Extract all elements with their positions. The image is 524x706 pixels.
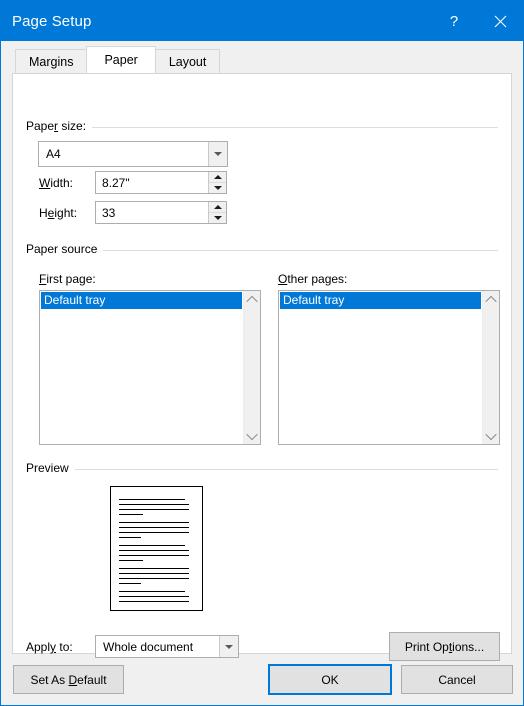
chevron-down-icon <box>214 152 222 156</box>
paper-size-group: Paper size: <box>26 119 498 133</box>
height-input[interactable]: 33 <box>96 202 208 223</box>
triangle-down-icon <box>213 186 222 190</box>
set-as-default-label: Set As Default <box>30 672 107 687</box>
paper-size-group-rule <box>26 127 498 128</box>
title-bar-buttons: ? <box>431 1 523 41</box>
scroll-down-button[interactable] <box>483 427 499 444</box>
triangle-up-icon <box>213 205 222 209</box>
triangle-down-icon <box>213 216 222 220</box>
apply-to-value: Whole document <box>103 639 194 654</box>
title-bar: Page Setup ? <box>1 1 523 41</box>
height-label: Height: <box>39 206 78 220</box>
chevron-down-icon <box>485 428 497 440</box>
dialog-footer: Set As Default OK Cancel <box>1 654 523 705</box>
scroll-up-button[interactable] <box>483 291 499 308</box>
page-preview-thumbnail <box>110 486 203 611</box>
height-spin-up-button[interactable] <box>209 202 226 213</box>
preview-group-rule <box>26 469 498 470</box>
list-item[interactable]: Default tray <box>280 292 481 309</box>
other-pages-list-items: Default tray <box>279 291 482 444</box>
print-options-label: Print Options... <box>404 639 485 654</box>
first-page-scrollbar[interactable] <box>243 291 260 444</box>
chevron-up-icon <box>246 295 258 307</box>
height-spinner[interactable]: 33 <box>95 201 227 224</box>
width-spin-down-button[interactable] <box>209 183 226 193</box>
first-page-label: First page: <box>39 272 96 286</box>
paper-size-dropdown-arrow[interactable] <box>208 142 227 166</box>
preview-group-label: Preview <box>26 461 75 475</box>
height-spin-buttons <box>208 202 226 223</box>
help-button[interactable]: ? <box>431 1 477 41</box>
width-spin-up-button[interactable] <box>209 172 226 183</box>
paper-size-combo[interactable]: A4 <box>38 141 228 167</box>
print-options-button[interactable]: Print Options... <box>389 632 500 661</box>
paper-size-value: A4 <box>46 147 61 161</box>
ok-button[interactable]: OK <box>268 664 392 695</box>
tab-paper[interactable]: Paper <box>86 46 156 73</box>
tab-margins[interactable]: Margins <box>15 49 88 73</box>
scroll-up-button[interactable] <box>244 291 260 308</box>
other-pages-label: Other pages: <box>278 272 348 286</box>
other-pages-listbox[interactable]: Default tray <box>278 290 500 445</box>
first-page-listbox[interactable]: Default tray <box>39 290 261 445</box>
other-pages-scrollbar[interactable] <box>482 291 499 444</box>
cancel-button[interactable]: Cancel <box>401 665 513 694</box>
chevron-up-icon <box>485 295 497 307</box>
list-item[interactable]: Default tray <box>41 292 242 309</box>
chevron-down-icon <box>225 644 233 649</box>
close-button[interactable] <box>477 1 523 41</box>
paper-source-group-label: Paper source <box>26 242 104 256</box>
scroll-down-button[interactable] <box>244 427 260 444</box>
paper-tab-page: Paper size: A4 Width: 8.27" Height: 33 P… <box>12 73 512 661</box>
apply-to-combo[interactable]: Whole document <box>95 635 239 658</box>
apply-to-dropdown-arrow[interactable] <box>219 636 238 657</box>
width-label: Width: <box>39 176 74 190</box>
tab-layout[interactable]: Layout <box>154 49 221 73</box>
chevron-down-icon <box>246 428 258 440</box>
tab-strip: Margins Paper Layout <box>1 46 523 73</box>
width-input[interactable]: 8.27" <box>96 172 208 193</box>
triangle-up-icon <box>213 175 222 179</box>
page-setup-dialog: Page Setup ? Margins Paper Layout Paper … <box>0 0 524 706</box>
paper-size-group-label: Paper size: <box>26 119 93 133</box>
question-mark-icon: ? <box>449 12 459 30</box>
width-spinner[interactable]: 8.27" <box>95 171 227 194</box>
height-spin-down-button[interactable] <box>209 213 226 223</box>
apply-to-label: Apply to: <box>26 640 73 654</box>
preview-group: Preview <box>26 461 498 475</box>
set-as-default-button[interactable]: Set As Default <box>13 665 124 694</box>
paper-source-group: Paper source <box>26 242 498 256</box>
width-spin-buttons <box>208 172 226 193</box>
close-icon <box>494 15 506 27</box>
first-page-list-items: Default tray <box>40 291 243 444</box>
window-title: Page Setup <box>12 12 92 30</box>
